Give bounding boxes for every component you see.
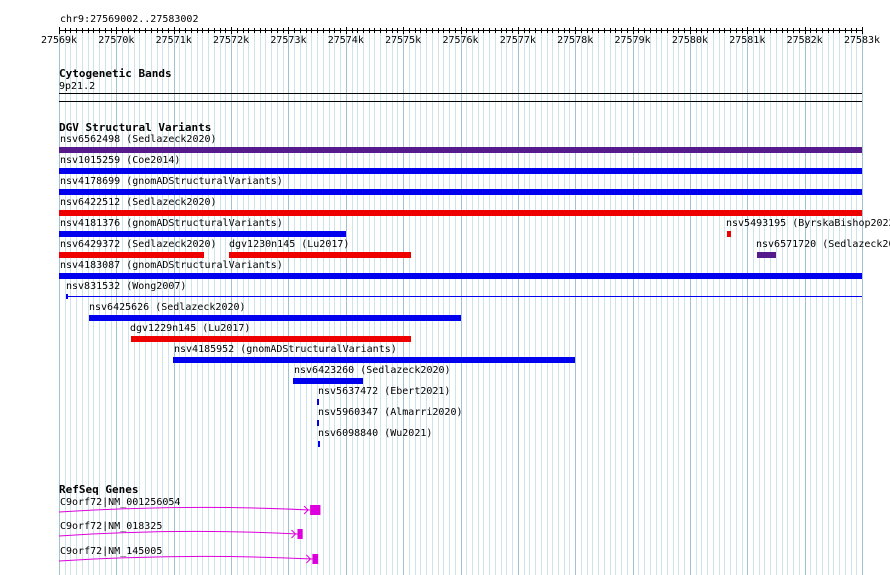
variant-bar[interactable]	[318, 441, 320, 447]
gene-model[interactable]	[0, 524, 890, 544]
ruler-tick-label: 27576k	[442, 35, 478, 46]
variant-bar[interactable]	[757, 252, 776, 258]
ruler-tick-label: 27579k	[615, 35, 651, 46]
ruler-tick-label: 27569k	[41, 35, 77, 46]
ruler-tick-label: 27582k	[787, 35, 823, 46]
variant-bar[interactable]	[727, 231, 731, 237]
variant-label[interactable]: nsv4178699 (gnomADStructuralVariants)	[60, 176, 283, 188]
variant-bar[interactable]	[66, 296, 862, 297]
variant-label[interactable]: dgv1229n145 (Lu2017)	[130, 323, 250, 335]
variant-label[interactable]: dgv1230n145 (Lu2017)	[229, 239, 349, 251]
ruler[interactable]: 27569k 27570k 27571k 27572k 27573k 27574k 2757…	[0, 24, 890, 48]
genome-browser-panel: chr9:27569002..27583002 27569k 27570k 2757…	[0, 0, 890, 575]
gene-model[interactable]	[0, 500, 890, 520]
variant-label[interactable]: nsv6571720 (Sedlazeck2020)	[756, 239, 890, 251]
variant-bar[interactable]	[59, 168, 862, 174]
track-divider	[59, 101, 862, 102]
variant-label[interactable]: nsv5637472 (Ebert2021)	[318, 386, 450, 398]
gene-model[interactable]	[0, 549, 890, 569]
cytoband-bar[interactable]	[59, 93, 862, 94]
ruler-tick-label: 27583k	[844, 35, 880, 46]
dgv-track-title: DGV Structural Variants	[59, 121, 212, 134]
cytoband-track-title: Cytogenetic Bands	[59, 67, 172, 80]
ruler-tick-label: 27577k	[500, 35, 536, 46]
variant-bar[interactable]	[173, 357, 575, 363]
variant-label[interactable]: nsv6098840 (Wu2021)	[318, 428, 432, 440]
variant-bar[interactable]	[59, 273, 862, 279]
refseq-track-title: RefSeq Genes	[59, 483, 139, 496]
ruler-tick-label: 27578k	[557, 35, 593, 46]
variant-bar[interactable]	[89, 315, 461, 321]
variant-bar[interactable]	[59, 189, 862, 195]
variant-bar[interactable]	[317, 420, 319, 426]
variant-bar[interactable]	[59, 252, 204, 258]
ruler-tick-label: 27573k	[270, 35, 306, 46]
ruler-tick-label: 27581k	[729, 35, 765, 46]
variant-label[interactable]: nsv6562498 (Sedlazeck2020)	[60, 134, 217, 146]
gene-intron-line	[58, 555, 313, 562]
gene-exon[interactable]	[312, 554, 319, 564]
variant-bar[interactable]	[59, 231, 346, 237]
variant-label[interactable]: nsv5493195 (ByrskaBishop2022)	[726, 218, 890, 230]
variant-bar[interactable]	[59, 210, 862, 216]
variant-label[interactable]: nsv6425626 (Sedlazeck2020)	[89, 302, 246, 314]
ruler-tick-label: 27570k	[98, 35, 134, 46]
gene-exon[interactable]	[310, 505, 321, 515]
ruler-tick-label: 27574k	[328, 35, 364, 46]
variant-label[interactable]: nsv6423260 (Sedlazeck2020)	[294, 365, 451, 377]
variant-bar[interactable]	[59, 147, 862, 153]
gene-exon[interactable]	[297, 529, 303, 539]
variant-label[interactable]: nsv4183087 (gnomADStructuralVariants)	[60, 260, 283, 272]
variant-label[interactable]: nsv6429372 (Sedlazeck2020)	[60, 239, 217, 251]
variant-label[interactable]: nsv1015259 (Coe2014)	[60, 155, 180, 167]
cytoband-label: 9p21.2	[59, 81, 96, 92]
variant-bar[interactable]	[229, 252, 411, 258]
variant-label[interactable]: nsv4181376 (gnomADStructuralVariants)	[60, 218, 283, 230]
variant-bar[interactable]	[131, 336, 411, 342]
variant-label[interactable]: nsv831532 (Wong2007)	[66, 281, 186, 293]
ruler-tick-label: 27575k	[385, 35, 421, 46]
variant-label[interactable]: nsv5960347 (Almarri2020)	[318, 407, 463, 419]
variant-label[interactable]: nsv6422512 (Sedlazeck2020)	[60, 197, 217, 209]
variant-label[interactable]: nsv4185952 (gnomADStructuralVariants)	[174, 344, 397, 356]
variant-bar[interactable]	[317, 399, 319, 405]
gene-intron-line	[58, 530, 298, 537]
ruler-tick-label: 27571k	[156, 35, 192, 46]
ruler-tick-label: 27572k	[213, 35, 249, 46]
gene-intron-line	[58, 506, 311, 513]
variant-bar[interactable]	[293, 378, 363, 384]
ruler-tick-label: 27580k	[672, 35, 708, 46]
